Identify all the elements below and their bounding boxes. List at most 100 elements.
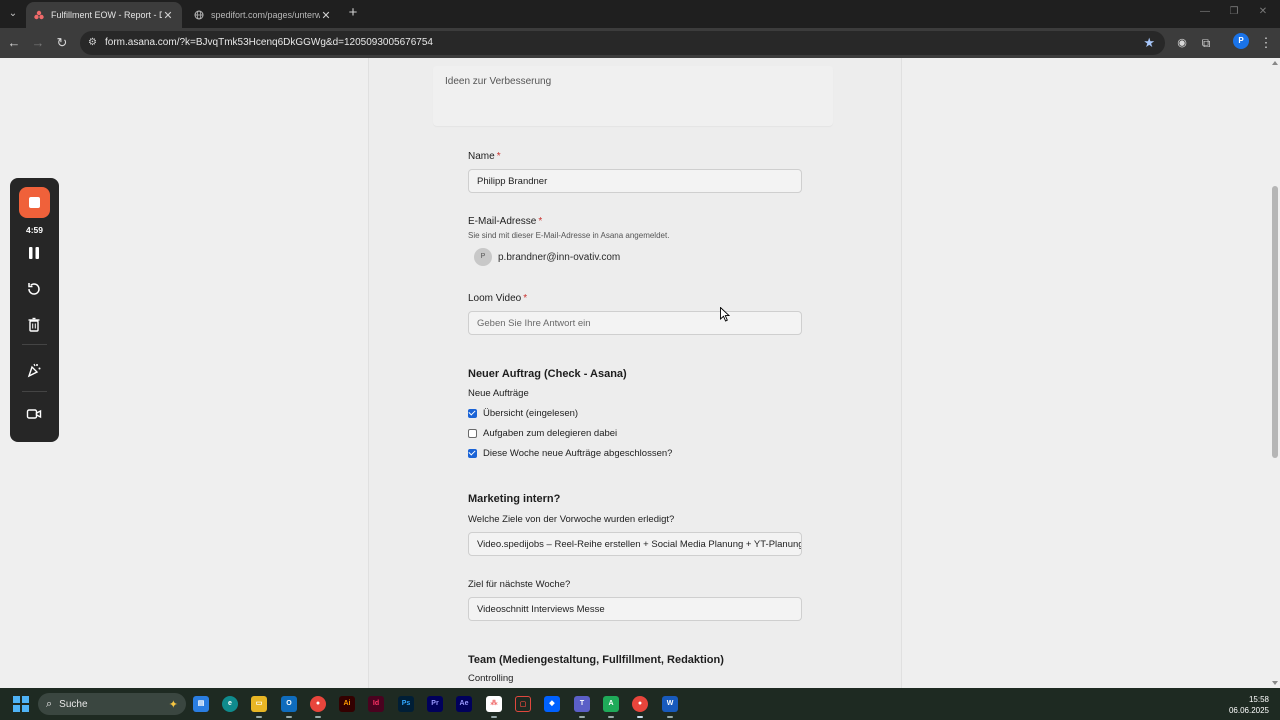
taskbar-search[interactable]: ⌕ Suche ✦ xyxy=(38,693,186,715)
avatar: P xyxy=(474,248,492,266)
mouse-cursor-icon xyxy=(720,307,730,322)
back-arrow-icon[interactable]: ← xyxy=(6,35,22,51)
premiere-icon[interactable]: Pr xyxy=(427,696,443,712)
email-value: p.brandner@inn-ovativ.com xyxy=(498,251,621,263)
checkbox-checked-icon[interactable] xyxy=(468,449,477,458)
system-clock[interactable]: 15:58 06.06.2025 xyxy=(1229,694,1269,716)
profile-avatar[interactable]: P xyxy=(1233,33,1249,49)
active-indicator xyxy=(667,716,673,718)
confetti-icon[interactable] xyxy=(24,360,44,380)
checkbox-option-uebersicht[interactable]: Übersicht (eingelesen) xyxy=(468,408,578,419)
site-info-icon[interactable]: ⚙ xyxy=(88,37,100,49)
ziel-naechste-woche-field[interactable]: Videoschnitt Interviews Messe xyxy=(468,597,802,621)
edge-icon[interactable]: e xyxy=(222,696,238,712)
bookmark-star-icon[interactable]: ★ xyxy=(1143,35,1155,51)
globe-icon xyxy=(194,10,204,20)
camera-icon[interactable] xyxy=(24,404,44,424)
improvement-ideas-textarea[interactable]: Ideen zur Verbesserung xyxy=(433,66,833,126)
name-label: Name * xyxy=(468,151,501,162)
tab-close-icon[interactable]: ✕ xyxy=(320,9,332,22)
active-indicator xyxy=(315,716,321,718)
active-indicator xyxy=(608,716,614,718)
checkbox-label: Aufgaben zum delegieren dabei xyxy=(483,428,618,439)
checkbox-option-abgeschlossen[interactable]: Diese Woche neue Aufträge abgeschlossen? xyxy=(468,448,672,459)
forward-arrow-icon[interactable]: → xyxy=(30,35,46,51)
kebab-menu-icon[interactable]: ⋮ xyxy=(1258,35,1274,51)
checkbox-label: Übersicht (eingelesen) xyxy=(483,408,579,419)
app-red-icon[interactable]: ▢ xyxy=(515,696,531,712)
checkbox-unchecked-icon[interactable] xyxy=(468,429,477,438)
question-controlling: Controlling xyxy=(468,673,514,684)
email-hint: Sie sind mit dieser E-Mail-Adresse in As… xyxy=(468,231,670,240)
illustrator-icon[interactable]: Ai xyxy=(339,696,355,712)
reload-icon[interactable]: ↻ xyxy=(54,35,70,51)
indesign-icon[interactable]: Id xyxy=(368,696,384,712)
extensions-puzzle-icon[interactable]: ⧉ xyxy=(1198,35,1214,51)
photoshop-icon[interactable]: Ps xyxy=(398,696,414,712)
window-close-icon[interactable]: ✕ xyxy=(1256,6,1270,17)
new-tab-plus-icon[interactable]: + xyxy=(345,5,361,21)
windows-taskbar: ⌕ Suche ✦ ▤ e ▭ O ● Ai Id Ps Pr Ae ⁂ ▢ ◆… xyxy=(0,688,1280,720)
address-bar[interactable]: ⚙ form.asana.com/?k=BJvqTmk53Hcenq6DkGGW… xyxy=(80,31,1165,55)
teams-icon[interactable]: T xyxy=(574,696,590,712)
name-field[interactable]: Philipp Brandner xyxy=(468,169,802,193)
section-title-marketing: Marketing intern? xyxy=(468,493,561,505)
section-title-neuer-auftrag: Neuer Auftrag (Check - Asana) xyxy=(468,368,627,380)
restart-icon[interactable] xyxy=(24,279,44,299)
restore-icon[interactable]: ❐ xyxy=(1227,6,1241,17)
checkbox-label: Diese Woche neue Aufträge abgeschlossen? xyxy=(483,448,673,459)
dropbox-icon[interactable]: ◆ xyxy=(544,696,560,712)
loom-video-label: Loom Video * xyxy=(468,293,528,304)
active-indicator xyxy=(579,716,585,718)
stop-recording-button[interactable] xyxy=(19,187,50,218)
windows-start-icon[interactable] xyxy=(13,696,29,712)
browser-toolbar: ← → ↻ ⚙ form.asana.com/?k=BJvqTmk53Hcenq… xyxy=(0,28,1280,58)
tab-spedifort[interactable]: spedifort.com/pages/unterwei ✕ xyxy=(186,2,340,28)
ziele-vorwoche-field[interactable]: Video.spedijobs – Reel-Reihe erstellen +… xyxy=(468,532,802,556)
divider xyxy=(22,391,47,392)
tab-search-dropdown-icon[interactable]: ⌄ xyxy=(5,6,21,22)
page-content: Ideen zur Verbesserung Name * Philipp Bra… xyxy=(0,58,1270,688)
asana-icon[interactable]: ⁂ xyxy=(486,696,502,712)
folder-icon[interactable]: ▭ xyxy=(251,696,267,712)
tab-fulfillment-report[interactable]: Fulfillment EOW - Report - Die ✕ xyxy=(26,2,182,28)
copilot-sparkle-icon: ✦ xyxy=(168,698,178,711)
active-indicator xyxy=(637,716,643,718)
file-explorer-icon[interactable]: ▤ xyxy=(193,696,209,712)
chrome-icon[interactable]: ● xyxy=(310,696,326,712)
question-ziele-vorwoche: Welche Ziele von der Vorwoche wurden erl… xyxy=(468,514,675,525)
chrome-profile-icon[interactable]: ● xyxy=(632,696,648,712)
minimize-icon[interactable]: — xyxy=(1198,6,1212,17)
taskbar-search-label: Suche xyxy=(59,698,88,710)
question-ziel-naechste-woche: Ziel für nächste Woche? xyxy=(468,579,571,590)
outlook-icon[interactable]: O xyxy=(281,696,297,712)
pause-icon[interactable] xyxy=(24,243,44,263)
email-label: E-Mail-Adresse * xyxy=(468,216,543,227)
tab-title: spedifort.com/pages/unterwei xyxy=(211,10,320,20)
scroll-down-arrow-icon[interactable] xyxy=(1272,681,1278,685)
url-text[interactable]: form.asana.com/?k=BJvqTmk53Hcenq6DkGGWg&… xyxy=(105,37,433,48)
page-scrollbar[interactable] xyxy=(1270,58,1280,688)
screen-recorder-panel: 4:59 xyxy=(10,178,59,442)
app-green-icon[interactable]: A xyxy=(603,696,619,712)
form-card xyxy=(368,58,902,688)
tab-title: Fulfillment EOW - Report - Die xyxy=(51,10,162,20)
scroll-up-arrow-icon[interactable] xyxy=(1272,61,1278,65)
search-icon: ⌕ xyxy=(46,697,53,710)
divider xyxy=(22,344,47,345)
trash-icon[interactable] xyxy=(24,315,44,335)
word-icon[interactable]: W xyxy=(662,696,678,712)
browser-tab-bar: ⌄ Fulfillment EOW - Report - Die ✕ spedi… xyxy=(0,0,1280,28)
checkbox-option-aufgaben[interactable]: Aufgaben zum delegieren dabei xyxy=(468,428,617,439)
active-indicator xyxy=(491,716,497,718)
after-effects-icon[interactable]: Ae xyxy=(456,696,472,712)
extension-icon[interactable]: ◉ xyxy=(1174,35,1190,51)
scrollbar-thumb[interactable] xyxy=(1272,186,1278,458)
active-indicator xyxy=(286,716,292,718)
loom-video-field[interactable]: Geben Sie Ihre Antwort ein xyxy=(468,311,802,335)
section-title-team: Team (Mediengestaltung, Fullfillment, Re… xyxy=(468,654,724,666)
recording-timer: 4:59 xyxy=(25,225,43,235)
tab-close-icon[interactable]: ✕ xyxy=(162,9,174,22)
clock-date: 06.06.2025 xyxy=(1228,706,1269,715)
checkbox-checked-icon[interactable] xyxy=(468,409,477,418)
